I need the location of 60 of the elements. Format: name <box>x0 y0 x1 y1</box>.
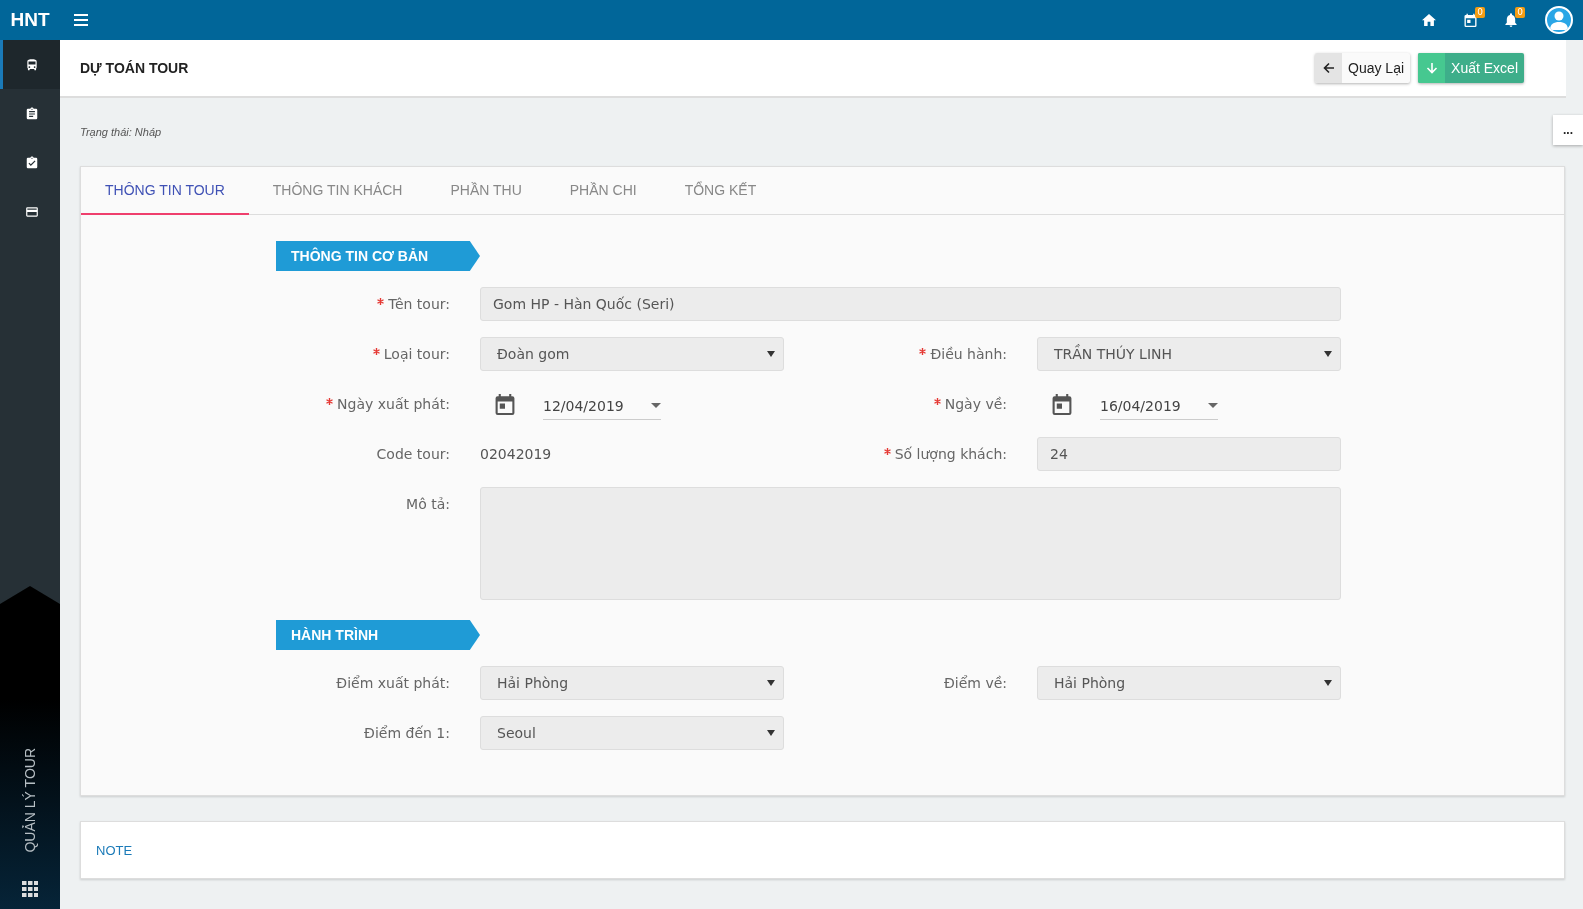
field-label: Tên tour: <box>388 296 450 312</box>
sidebar-item[interactable] <box>0 40 60 89</box>
dropdown-caret-icon <box>767 730 775 736</box>
field-label: Điểm về: <box>943 675 1007 691</box>
arrow-down-icon <box>1425 62 1438 74</box>
select-dropdown[interactable]: Seoul <box>480 716 784 750</box>
field-label: Ngày về: <box>944 396 1007 412</box>
notification-badge: 0 <box>1515 7 1525 18</box>
calendar-icon[interactable] <box>495 393 515 415</box>
tab[interactable]: PHẦN THU <box>426 167 546 215</box>
date-field[interactable]: 16/04/2019 <box>1100 388 1218 420</box>
dropdown-caret-icon <box>1324 680 1332 686</box>
date-field[interactable]: 12/04/2019 <box>543 388 661 420</box>
more-button[interactable]: ... <box>1553 115 1583 145</box>
tab[interactable]: PHẦN CHI <box>545 167 661 215</box>
clipboard-icon <box>24 106 39 121</box>
select-dropdown[interactable]: Hải Phòng <box>1037 666 1341 700</box>
text-field[interactable]: Gom HP - Hàn Quốc (Seri) <box>480 287 1341 321</box>
dropdown-caret-icon <box>767 680 775 686</box>
note-title: NOTE <box>96 842 133 858</box>
bus-icon <box>24 57 39 72</box>
arrow-left-icon <box>1322 62 1335 74</box>
avatar-icon[interactable] <box>1545 6 1573 34</box>
field-label: Điểm xuất phát: <box>336 675 450 691</box>
field-label: Điểm đến 1: <box>364 725 450 741</box>
module-label: QUẢN LÝ TOUR <box>22 748 38 853</box>
page-title: DỰ TOÁN TOUR <box>80 60 190 76</box>
menu-icon[interactable] <box>74 14 88 26</box>
notification-badge: 0 <box>1475 7 1485 18</box>
select-dropdown[interactable]: TRẦN THÚY LINH <box>1037 337 1341 371</box>
status-text: Trạng thái: Nháp <box>80 126 162 138</box>
section-header: HÀNH TRÌNH <box>276 620 480 650</box>
tab[interactable]: THÔNG TIN TOUR <box>81 167 249 215</box>
field-label: Số lượng khách: <box>894 446 1007 462</box>
field-value: 02042019 <box>480 445 553 464</box>
section-header: THÔNG TIN CƠ BẢN <box>276 241 480 271</box>
select-dropdown[interactable]: Hải Phòng <box>480 666 784 700</box>
bell-icon[interactable] <box>1505 13 1517 27</box>
calendar-icon[interactable] <box>1464 13 1477 27</box>
apps-grid-icon[interactable] <box>22 881 38 897</box>
calendar-icon[interactable] <box>1052 393 1072 415</box>
field-label: Mô tả: <box>406 496 450 512</box>
text-field[interactable]: 24 <box>1037 437 1341 471</box>
dropdown-caret-icon <box>1324 351 1332 357</box>
clipboard-check-icon <box>24 155 39 170</box>
tab[interactable]: TỔNG KẾT <box>660 167 781 215</box>
dropdown-caret-icon <box>1208 403 1218 408</box>
home-icon[interactable] <box>1422 14 1436 26</box>
back-button[interactable]: Quay Lại <box>1315 53 1411 83</box>
tab[interactable]: THÔNG TIN KHÁCH <box>248 167 427 215</box>
card-icon <box>24 204 39 219</box>
field-label: Loại tour: <box>383 346 450 362</box>
dropdown-caret-icon <box>767 351 775 357</box>
textarea-field[interactable] <box>480 487 1341 600</box>
brand-logo[interactable]: HNT <box>0 9 60 31</box>
select-dropdown[interactable]: Đoàn gom <box>480 337 784 371</box>
field-label: Code tour: <box>376 446 450 462</box>
field-label: Điều hành: <box>930 346 1007 362</box>
dropdown-caret-icon <box>651 403 661 408</box>
field-label: Ngày xuất phát: <box>337 396 450 412</box>
